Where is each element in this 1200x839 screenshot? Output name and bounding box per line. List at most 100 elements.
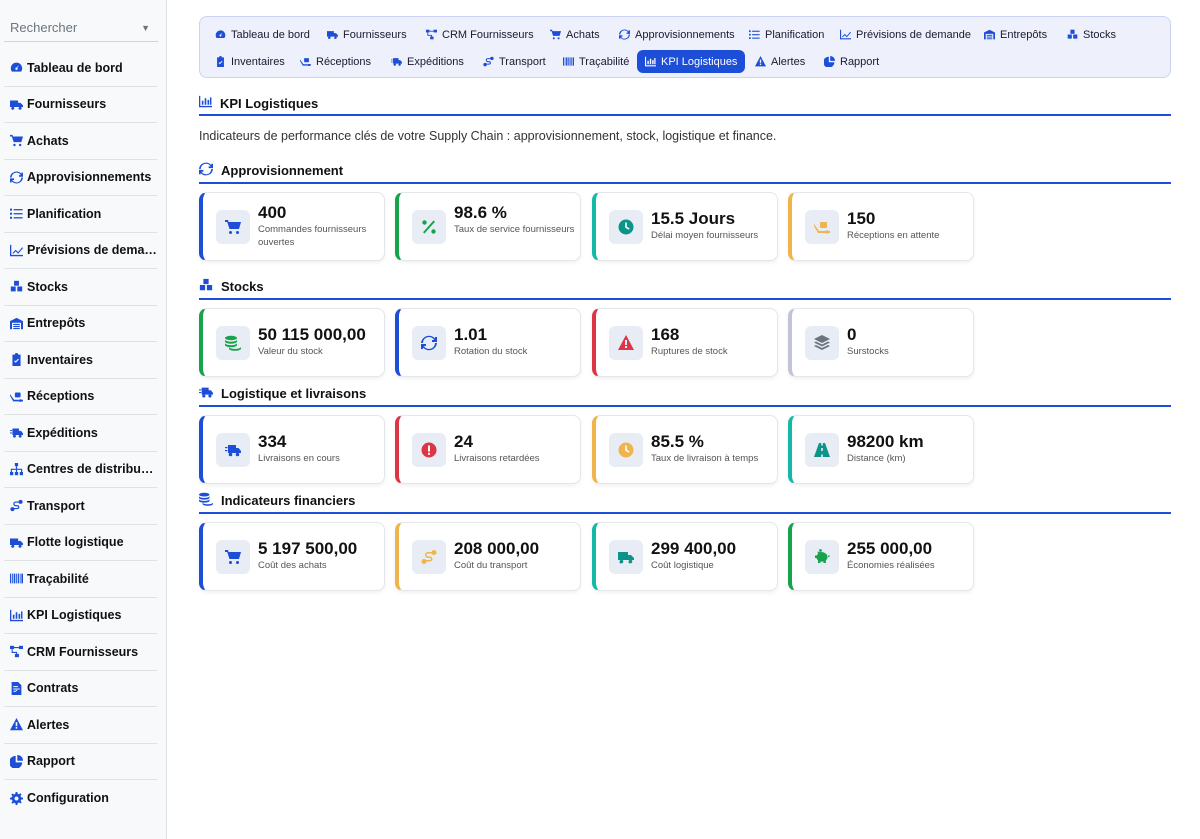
kpi-label: Taux de livraison à temps bbox=[651, 453, 759, 464]
tab-approvisionnements[interactable]: Approvisionnements bbox=[611, 23, 743, 46]
sidebar-item-kpi-logistiques[interactable]: KPI Logistiques bbox=[4, 598, 157, 634]
sidebar-item-label: Centres de distribution bbox=[27, 462, 157, 477]
warehouse-icon bbox=[984, 29, 995, 40]
tab-previsions-de-demande[interactable]: Prévisions de demande bbox=[832, 23, 979, 46]
kpi-value: 98200 km bbox=[847, 432, 924, 451]
kpi-label: Ruptures de stock bbox=[651, 346, 728, 357]
kpi-label: Rotation du stock bbox=[454, 346, 528, 357]
tab-entrepots[interactable]: Entrepôts bbox=[976, 23, 1055, 46]
sidebar-item-previsions-de-demande[interactable]: Prévisions de demande bbox=[4, 233, 157, 269]
sidebar-item-contrats[interactable]: Contrats bbox=[4, 671, 157, 707]
tab-label: Tableau de bord bbox=[231, 28, 310, 41]
sidebar-item-inventaires[interactable]: Inventaires bbox=[4, 342, 157, 379]
sidebar-item-planification[interactable]: Planification bbox=[4, 196, 157, 233]
kpi-card: 85.5 % Taux de livraison à temps bbox=[592, 415, 778, 484]
kpi-value: 208 000,00 bbox=[454, 539, 540, 558]
kpi-value: 168 bbox=[651, 325, 680, 344]
section-header: Approvisionnement bbox=[199, 158, 1171, 184]
sidebar-item-expeditions[interactable]: Expéditions bbox=[4, 415, 157, 452]
sidebar: Rechercher ▼ Tableau de bord Fournisseurs… bbox=[0, 0, 167, 839]
sidebar-item-label: Transport bbox=[27, 498, 85, 513]
coins-icon bbox=[199, 492, 213, 509]
kpi-value: 400 bbox=[258, 203, 287, 222]
kpi-label: Distance (km) bbox=[847, 453, 906, 464]
tab-fournisseurs[interactable]: Fournisseurs bbox=[319, 23, 415, 46]
kpi-label: Valeur du stock bbox=[258, 346, 323, 357]
sidebar-item-achats[interactable]: Achats bbox=[4, 123, 157, 160]
kpi-label: Coût logistique bbox=[651, 560, 714, 571]
section-header: Indicateurs financiers bbox=[199, 488, 1171, 514]
kpi-value: 150 bbox=[847, 209, 876, 228]
tab-label: Réceptions bbox=[316, 55, 372, 68]
kpi-label: Livraisons retardées bbox=[454, 453, 540, 464]
warehouse-icon bbox=[10, 317, 27, 330]
sidebar-item-rapport[interactable]: Rapport bbox=[4, 744, 157, 780]
sidebar-item-approvisionnements[interactable]: Approvisionnements bbox=[4, 160, 157, 196]
kpi-value: 1.01 bbox=[454, 325, 488, 344]
boxes-icon bbox=[10, 280, 27, 293]
kpi-value: 15.5 Jours bbox=[651, 209, 736, 228]
section-header: Logistique et livraisons bbox=[199, 381, 1171, 407]
kpi-card: 5 197 500,00 Coût des achats bbox=[199, 522, 385, 591]
kpi-label: Livraisons en cours bbox=[258, 453, 340, 464]
search-input[interactable]: Rechercher ▼ bbox=[4, 14, 158, 42]
sidebar-item-transport[interactable]: Transport bbox=[4, 488, 157, 525]
sidebar-item-label: Expéditions bbox=[27, 425, 98, 440]
route-icon bbox=[483, 56, 494, 67]
truck-fast-icon bbox=[199, 385, 213, 402]
route-icon bbox=[412, 540, 446, 574]
tab-crm-fournisseurs[interactable]: CRM Fournisseurs bbox=[418, 23, 542, 46]
page-description: Indicateurs de performance clés de votre… bbox=[199, 129, 777, 143]
tab-tracabilite[interactable]: Traçabilité bbox=[555, 50, 637, 73]
sidebar-item-label: Fournisseurs bbox=[27, 97, 107, 112]
kpi-label: Surstocks bbox=[847, 346, 889, 357]
sidebar-item-label: CRM Fournisseurs bbox=[27, 644, 139, 659]
sidebar-item-centres-de-distribution[interactable]: Centres de distribution bbox=[4, 452, 157, 488]
barcode-icon bbox=[10, 572, 27, 585]
truck-icon bbox=[609, 540, 643, 574]
sidebar-item-configuration[interactable]: Configuration bbox=[4, 780, 157, 817]
tab-rapport[interactable]: Rapport bbox=[816, 50, 887, 73]
tab-kpi-logistiques[interactable]: KPI Logistiques bbox=[637, 50, 746, 73]
tab-label: Alertes bbox=[771, 55, 806, 68]
sidebar-item-fournisseurs[interactable]: Fournisseurs bbox=[4, 87, 157, 123]
tab-label: Rapport bbox=[840, 55, 880, 68]
tab-expeditions[interactable]: Expéditions bbox=[383, 50, 472, 73]
tab-label: Entrepôts bbox=[1000, 28, 1048, 41]
tab-label: Approvisionnements bbox=[635, 28, 735, 41]
tab-inventaires[interactable]: Inventaires bbox=[207, 50, 293, 73]
sidebar-menu: Tableau de bord Fournisseurs Achats Approvi… bbox=[4, 50, 157, 817]
sidebar-item-label: Réceptions bbox=[27, 389, 95, 404]
tab-achats[interactable]: Achats bbox=[542, 23, 608, 46]
sidebar-item-stocks[interactable]: Stocks bbox=[4, 269, 157, 306]
sidebar-item-flotte-logistique[interactable]: Flotte logistique bbox=[4, 525, 157, 561]
top-navigation: Tableau de bord Fournisseurs CRM Fournisse… bbox=[199, 16, 1171, 78]
sync-icon bbox=[412, 326, 446, 360]
kpi-card: 400 Commandes fournisseurs ouvertes bbox=[199, 192, 385, 261]
tab-tableau-de-bord[interactable]: Tableau de bord bbox=[207, 23, 318, 46]
tab-stocks[interactable]: Stocks bbox=[1059, 23, 1124, 46]
tab-label: Stocks bbox=[1083, 28, 1117, 41]
cart-icon bbox=[550, 29, 561, 40]
truck-ramp-icon bbox=[300, 56, 311, 67]
sidebar-item-tableau-de-bord[interactable]: Tableau de bord bbox=[4, 50, 157, 87]
cart-icon bbox=[216, 540, 250, 574]
tab-transport[interactable]: Transport bbox=[475, 50, 554, 73]
network-icon bbox=[10, 645, 27, 658]
sidebar-item-receptions[interactable]: Réceptions bbox=[4, 379, 157, 415]
pie-icon bbox=[10, 754, 27, 768]
kpi-value: 299 400,00 bbox=[651, 539, 737, 558]
sidebar-item-crm-fournisseurs[interactable]: CRM Fournisseurs bbox=[4, 634, 157, 671]
tab-receptions[interactable]: Réceptions bbox=[292, 50, 379, 73]
sidebar-item-tracabilite[interactable]: Traçabilité bbox=[4, 561, 157, 598]
tab-planification[interactable]: Planification bbox=[741, 23, 832, 46]
sidebar-item-entrepots[interactable]: Entrepôts bbox=[4, 306, 157, 342]
chart-bar-icon bbox=[645, 56, 656, 67]
section-title: Indicateurs financiers bbox=[221, 492, 356, 508]
tab-alertes[interactable]: Alertes bbox=[747, 50, 813, 73]
tab-label: CRM Fournisseurs bbox=[442, 28, 534, 41]
chevron-down-icon[interactable]: ▼ bbox=[141, 23, 150, 33]
sidebar-item-alertes[interactable]: Alertes bbox=[4, 707, 157, 744]
page-title-bar: KPI Logistiques bbox=[199, 92, 1171, 116]
warning-icon bbox=[10, 718, 27, 731]
